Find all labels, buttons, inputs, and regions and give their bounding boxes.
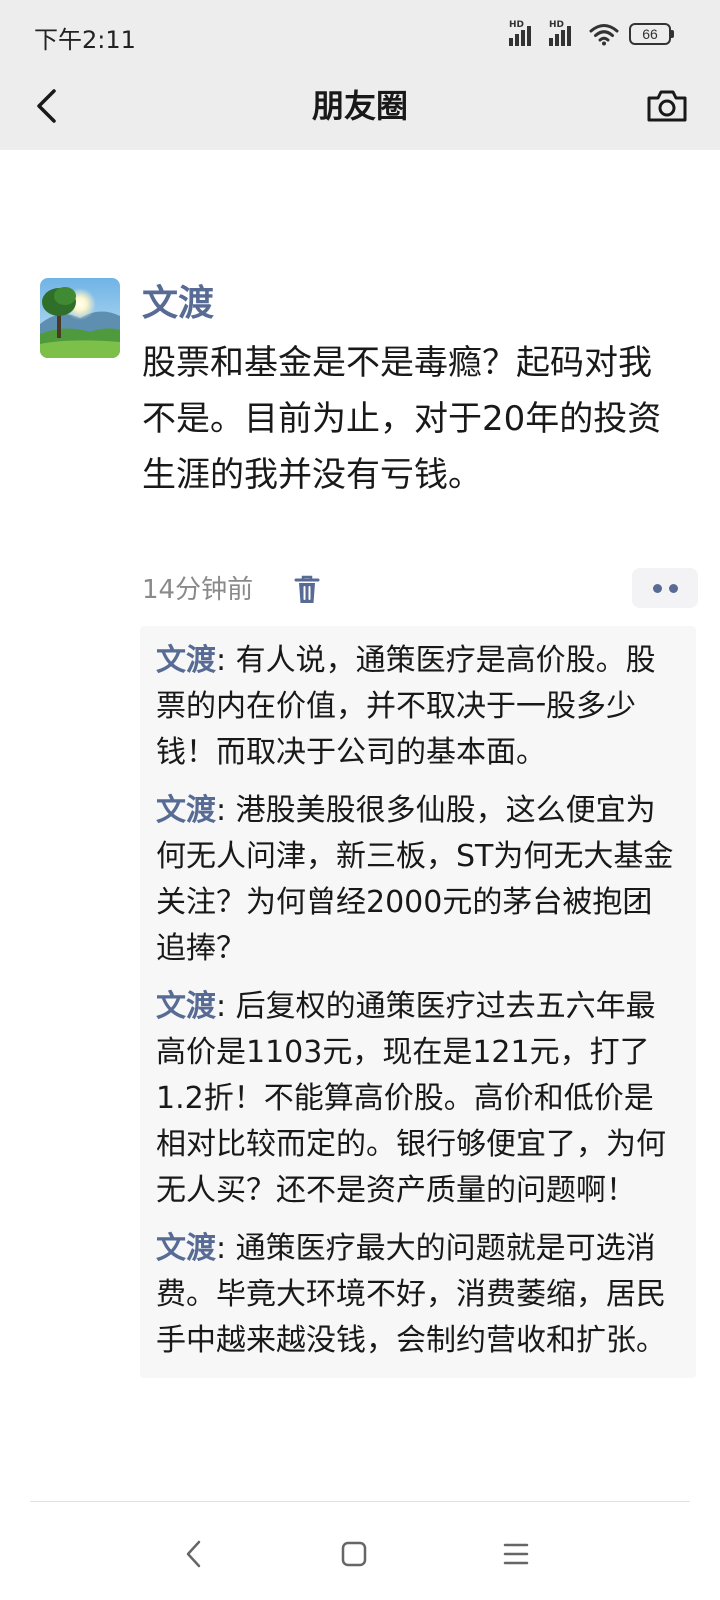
status-icons: HD HD 66 — [509, 20, 674, 46]
page-title: 朋友圈 — [311, 87, 408, 125]
author-name[interactable]: 文渡 — [142, 280, 214, 328]
comment-author[interactable]: 文渡 — [156, 643, 216, 678]
system-back-button[interactable] — [172, 1532, 216, 1576]
battery-level: 66 — [629, 23, 671, 45]
more-dots-icon — [668, 583, 678, 593]
cellular-signal-icon: HD — [549, 20, 579, 46]
comment-author[interactable]: 文渡 — [156, 793, 216, 828]
post-timestamp: 14分钟前 — [142, 575, 254, 605]
system-menu-button[interactable] — [494, 1532, 538, 1576]
divider — [30, 1501, 690, 1502]
comment-separator: : — [216, 643, 236, 678]
more-dots-icon — [652, 583, 662, 593]
cellular-signal-icon: HD — [509, 20, 539, 46]
status-bar: 下午2:11 HD HD 66 — [0, 0, 720, 70]
more-dots-button[interactable] — [632, 568, 698, 608]
trash-icon[interactable] — [292, 574, 322, 606]
triangle-back-icon — [186, 1540, 201, 1568]
comment-author[interactable]: 文渡 — [156, 989, 216, 1024]
hamburger-menu-icon — [503, 1543, 529, 1565]
square-home-icon — [341, 1541, 367, 1567]
comment-separator: : — [216, 989, 236, 1024]
post-text: 股票和基金是不是毒瘾？起码对我不是。目前为止，对于20年的投资生涯的我并没有亏钱… — [142, 343, 662, 495]
battery-icon: 66 — [629, 23, 674, 45]
comment-separator: : — [216, 793, 236, 828]
comments-list: 文渡: 有人说，通策医疗是高价股。股票的内在价值，并不取决于一股多少钱！而取决于… — [140, 626, 696, 1378]
camera-button[interactable] — [644, 84, 690, 128]
camera-icon — [647, 90, 687, 122]
comment-item[interactable]: 文渡: 后复权的通策医疗过去五六年最高价是1103元，现在是121元，打了1.2… — [156, 984, 680, 1214]
comment-separator: : — [216, 1231, 236, 1266]
status-time: 下午2:11 — [34, 26, 136, 54]
landscape-avatar-image — [40, 278, 120, 358]
avatar[interactable] — [40, 278, 120, 358]
comment-author[interactable]: 文渡 — [156, 1231, 216, 1266]
system-home-button[interactable] — [332, 1532, 376, 1576]
nav-bar: 朋友圈 — [0, 70, 720, 150]
system-nav-bar — [0, 1504, 720, 1600]
comment-item[interactable]: 文渡: 通策医疗最大的问题就是可选消费。毕竟大环境不好，消费萎缩，居民手中越来越… — [156, 1226, 680, 1364]
comment-item[interactable]: 文渡: 有人说，通策医疗是高价股。股票的内在价值，并不取决于一股多少钱！而取决于… — [156, 638, 680, 776]
wifi-icon — [589, 24, 619, 46]
comment-item[interactable]: 文渡: 港股美股很多仙股，这么便宜为何无人问津，新三板，ST为何无大基金关注？为… — [156, 788, 680, 972]
